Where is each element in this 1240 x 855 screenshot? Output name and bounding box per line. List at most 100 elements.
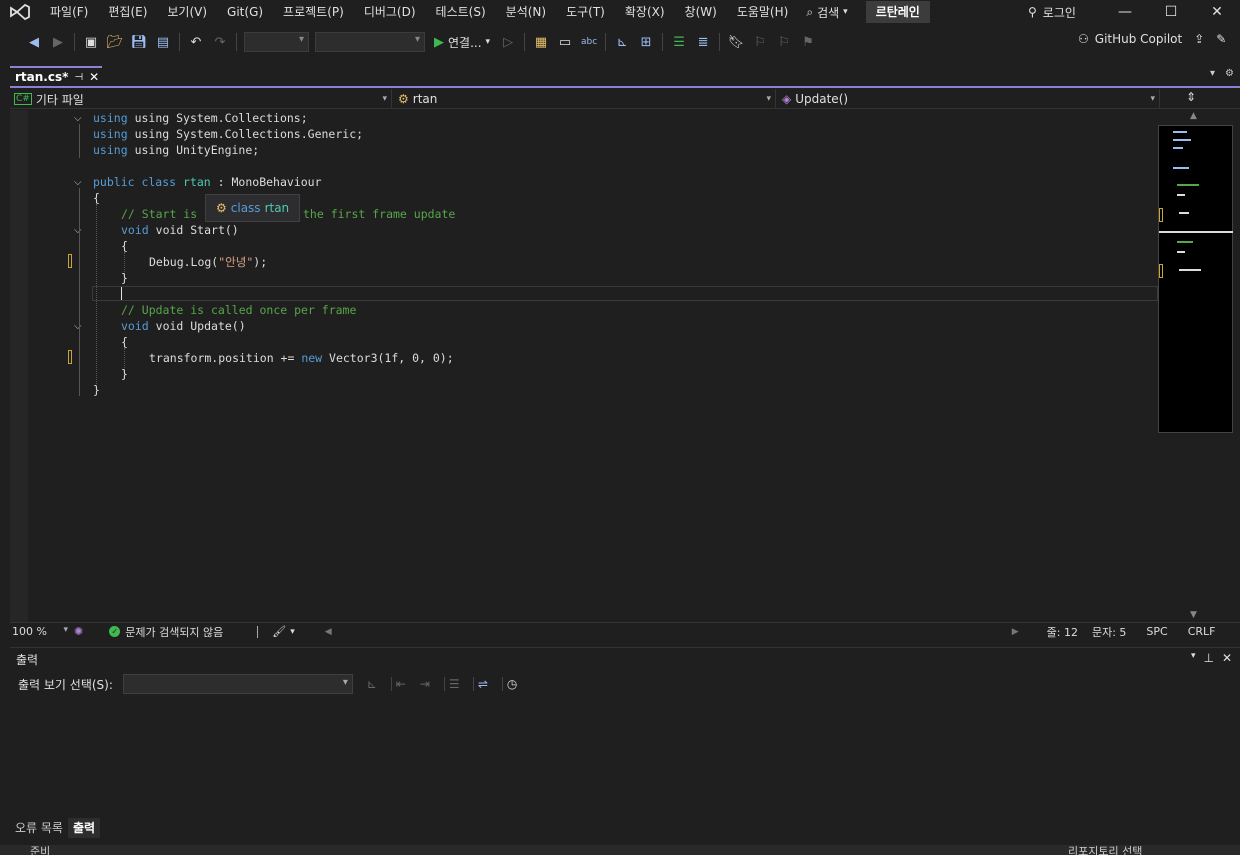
fold-toggle-icon[interactable]: ⌵ — [74, 177, 82, 188]
whitespace-indicator[interactable]: SPC — [1146, 625, 1167, 638]
intellicode-icon[interactable]: ✺ — [74, 625, 83, 638]
configuration-select[interactable] — [244, 32, 309, 52]
code-line-10: Debug.Log("안녕"); — [149, 254, 267, 270]
toolbar-divider — [472, 677, 474, 691]
code-keyword: new — [301, 351, 323, 365]
login-button[interactable]: ⚲ 로그인 — [1028, 0, 1076, 24]
output-source-select[interactable] — [122, 674, 353, 694]
tab-list-icon[interactable]: ▾ — [1210, 68, 1215, 79]
menu-test[interactable]: 테스트(S) — [426, 0, 496, 24]
panel-menu-icon[interactable]: ▾ — [1191, 651, 1196, 665]
scroll-up-icon[interactable]: ▲ — [1190, 111, 1197, 121]
search-button[interactable]: ⌕ 검색 ▾ — [798, 0, 855, 24]
scroll-left-icon[interactable]: ◀ — [325, 627, 332, 637]
back-icon[interactable]: ◀ — [24, 32, 44, 52]
feedback-icon[interactable]: ✎ — [1216, 32, 1226, 46]
vertical-scrollbar[interactable]: ▲ ▼ — [1158, 110, 1240, 622]
scroll-down-icon[interactable]: ▼ — [1190, 610, 1197, 620]
close-icon[interactable]: ✕ — [1222, 651, 1232, 665]
tab-output[interactable]: 출력 — [67, 818, 101, 838]
class-select[interactable]: ⚙ rtan ▾ — [394, 89, 776, 109]
start-without-debug-icon[interactable]: ▷ — [498, 32, 518, 52]
line-indicator[interactable]: 줄: 12 — [1047, 624, 1078, 640]
close-icon[interactable]: ✕ — [89, 70, 99, 84]
fold-toggle-icon[interactable]: ⌵ — [74, 225, 82, 236]
prev-message-icon[interactable]: ⇤ — [396, 677, 416, 691]
save-all-icon[interactable]: ▤ — [153, 32, 173, 52]
platform-select[interactable] — [315, 32, 425, 52]
pin-icon[interactable]: ⊣ — [74, 72, 83, 83]
menu-project[interactable]: 프로젝트(P) — [273, 0, 354, 24]
share-icon[interactable]: ⇪ — [1194, 32, 1204, 46]
menu-tools[interactable]: 도구(T) — [556, 0, 615, 24]
code-editor[interactable]: ⌵ ⌵ ⌵ ⌵ using using System.Collections; … — [10, 110, 1158, 622]
document-tab-strip: rtan.cs* ⊣ ✕ ▾ ⚙ — [10, 66, 1240, 88]
run-label: 연결... — [448, 35, 482, 50]
browse-icon[interactable]: ▦ — [531, 32, 551, 52]
forward-icon[interactable]: ▶ — [48, 32, 68, 52]
run-button[interactable]: ▶ 연결... ▾ — [434, 34, 490, 51]
word-wrap-icon[interactable]: ⇌ — [478, 677, 498, 691]
redo-icon[interactable]: ↷ — [210, 32, 230, 52]
repo-select[interactable]: 리포지토리 선택 — [1068, 845, 1142, 855]
chevron-down-icon[interactable]: ▾ — [290, 627, 295, 637]
toolbar-divider — [179, 33, 180, 51]
line-ending-indicator[interactable]: CRLF — [1188, 625, 1216, 638]
status-divider — [257, 625, 259, 638]
next-bookmark-icon[interactable]: ⚐ — [774, 32, 794, 52]
column-indicator[interactable]: 문자: 5 — [1092, 624, 1126, 640]
scroll-right-icon[interactable]: ▶ — [1012, 627, 1019, 637]
status-ready: 준비 — [30, 845, 51, 855]
code-cleanup-icon[interactable]: 🖌︎ — [272, 625, 286, 638]
compare-icon[interactable]: ⊞ — [636, 32, 656, 52]
bookmark-icon[interactable]: 🔖︎ — [726, 32, 746, 52]
tab-error-list[interactable]: 오류 목록 — [10, 818, 68, 838]
code-text: void Update() — [155, 319, 246, 333]
member-select[interactable]: ◈ Update() ▾ — [778, 89, 1160, 109]
menu-view[interactable]: 보기(V) — [157, 0, 217, 24]
menu-git[interactable]: Git(G) — [217, 0, 273, 24]
toolbar: ◀ ▶ ▣ 📂︎ 💾︎ ▤ ↶ ↷ ▶ 연결... ▾ ▷ ▦ ▭ abc ⊾ … — [0, 28, 1240, 56]
save-icon[interactable]: 💾︎ — [129, 32, 149, 52]
menu-window[interactable]: 창(W) — [675, 0, 727, 24]
layout-icon[interactable]: ▭ — [555, 32, 575, 52]
github-copilot-button[interactable]: ⚇ GitHub Copilot ⇪ ✎ — [1078, 32, 1226, 46]
issues-status[interactable]: 문제가 검색되지 않음 — [125, 624, 223, 640]
new-project-icon[interactable]: ▣ — [81, 32, 101, 52]
clear-bookmarks-icon[interactable]: ⚑ — [798, 32, 818, 52]
menu-file[interactable]: 파일(F) — [40, 0, 98, 24]
menu-help[interactable]: 도움말(H) — [727, 0, 799, 24]
code-keyword: public class — [93, 175, 177, 189]
project-select[interactable]: C# 기타 파일 ▾ — [10, 89, 392, 109]
step-icon[interactable]: ⊾ — [612, 32, 632, 52]
menu-debug[interactable]: 디버그(D) — [354, 0, 426, 24]
spellcheck-icon[interactable]: abc — [579, 32, 599, 52]
clock-icon[interactable]: ◷ — [507, 677, 527, 691]
next-message-icon[interactable]: ⇥ — [420, 677, 440, 691]
code-minimap[interactable] — [1158, 125, 1233, 433]
split-window-icon[interactable]: ⇕ — [1186, 90, 1196, 104]
fold-toggle-icon[interactable]: ⌵ — [74, 113, 82, 124]
fold-toggle-icon[interactable]: ⌵ — [74, 321, 82, 332]
undo-icon[interactable]: ↶ — [186, 32, 206, 52]
code-text: { — [121, 335, 128, 349]
visual-studio-logo-icon — [0, 0, 40, 24]
maximize-button[interactable]: ☐ — [1148, 0, 1194, 24]
comment-icon[interactable]: ≣ — [693, 32, 713, 52]
menu-extensions[interactable]: 확장(X) — [615, 0, 675, 24]
zoom-select[interactable]: 100 % ▾ — [10, 625, 68, 638]
indent-guide — [79, 188, 80, 396]
menu-analyze[interactable]: 분석(N) — [496, 0, 556, 24]
prev-bookmark-icon[interactable]: ⚐ — [750, 32, 770, 52]
open-folder-icon[interactable]: 📂︎ — [105, 32, 125, 52]
code-line-16: transform.position += new Vector3(1f, 0,… — [149, 350, 454, 366]
clear-all-icon[interactable]: ☰ — [449, 677, 469, 691]
find-message-icon[interactable]: ⊾ — [367, 677, 387, 691]
pin-icon[interactable]: ⊥ — [1203, 651, 1213, 665]
close-window-button[interactable]: ✕ — [1194, 0, 1240, 24]
menu-edit[interactable]: 편집(E) — [98, 0, 157, 24]
minimize-button[interactable]: — — [1102, 0, 1148, 24]
tab-rtan-cs[interactable]: rtan.cs* ⊣ ✕ — [10, 66, 102, 86]
indent-icon[interactable]: ☰ — [669, 32, 689, 52]
gear-icon[interactable]: ⚙ — [1225, 68, 1234, 79]
